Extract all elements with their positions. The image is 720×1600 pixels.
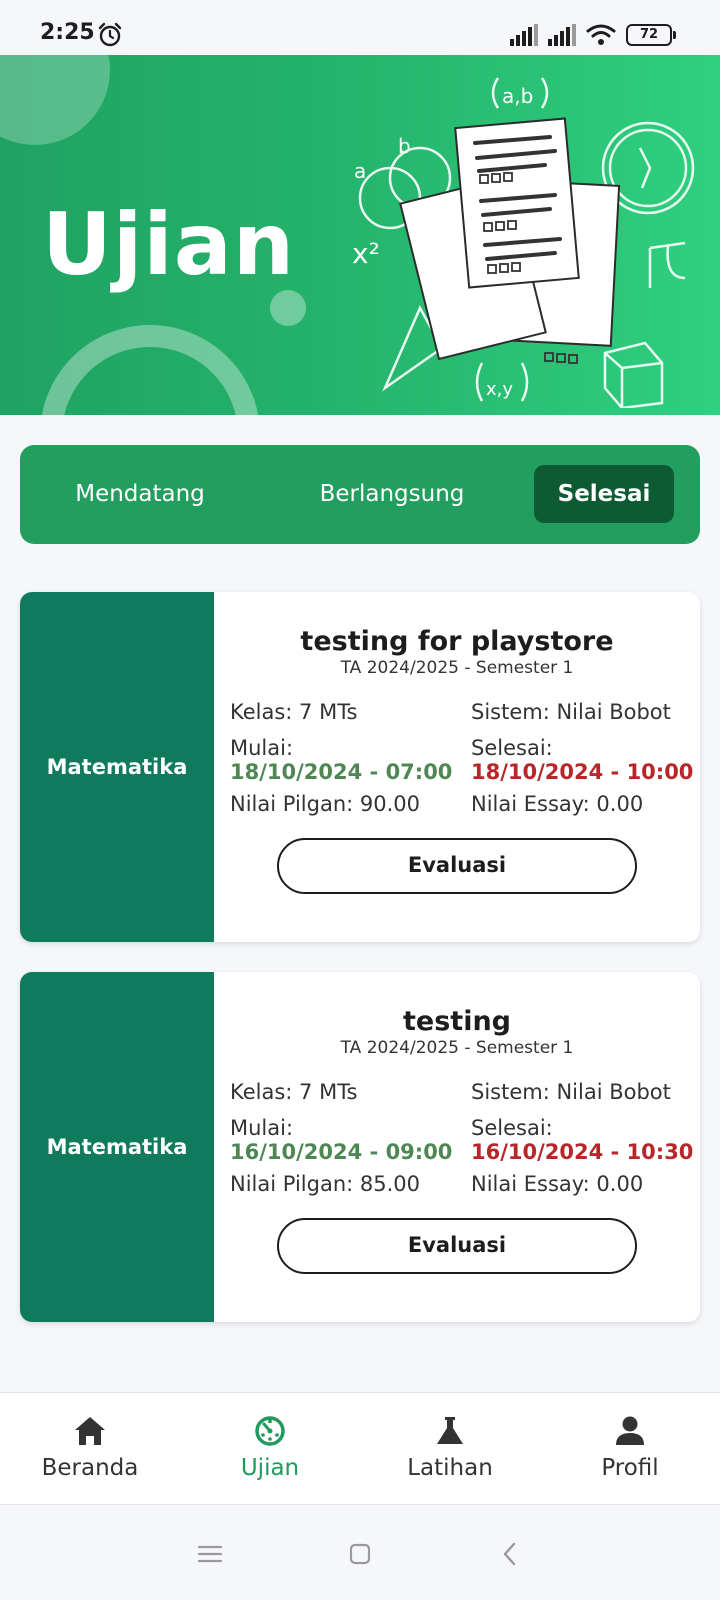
- svg-text:x²: x²: [352, 237, 380, 270]
- end-datetime: 16/10/2024 - 10:30: [471, 1140, 694, 1164]
- essay-score: Nilai Essay: 0.00: [471, 1172, 644, 1196]
- end-label: Selesai:: [471, 736, 553, 760]
- nav-item-beranda[interactable]: Beranda: [0, 1393, 180, 1505]
- nav-label: Profil: [601, 1455, 659, 1481]
- exam-system: Sistem: Nilai Bobot: [471, 700, 671, 724]
- end-label: Selesai:: [471, 1116, 553, 1140]
- exam-card-body: testing for playstore TA 2024/2025 - Sem…: [214, 592, 700, 942]
- signal-icon: [548, 24, 576, 46]
- svg-text:a,b: a,b: [502, 84, 533, 108]
- start-datetime: 16/10/2024 - 09:00: [230, 1140, 453, 1164]
- page-title: Ujian: [42, 195, 296, 295]
- tab-mendatang[interactable]: Mendatang: [50, 465, 230, 523]
- exam-title: testing: [403, 1006, 511, 1037]
- decorative-dot: [270, 290, 306, 326]
- nav-item-ujian[interactable]: Ujian: [180, 1393, 360, 1505]
- alarm-icon: [98, 22, 122, 47]
- nav-item-profil[interactable]: Profil: [540, 1393, 720, 1505]
- exam-period: TA 2024/2025 - Semester 1: [340, 1038, 574, 1058]
- multiple-choice-score: Nilai Pilgan: 85.00: [230, 1172, 421, 1196]
- start-datetime: 18/10/2024 - 07:00: [230, 760, 453, 784]
- exam-card: Matematika testing TA 2024/2025 - Semest…: [20, 972, 700, 1322]
- decorative-ring: [40, 325, 260, 415]
- exam-system: Sistem: Nilai Bobot: [471, 1080, 671, 1104]
- exam-title: testing for playstore: [300, 626, 614, 657]
- exam-class: Kelas: 7 MTs: [230, 1080, 358, 1104]
- start-label: Mulai:: [230, 736, 294, 760]
- exam-period: TA 2024/2025 - Semester 1: [340, 658, 574, 678]
- status-bar: 2:25 72: [0, 0, 720, 55]
- status-indicators: 72: [510, 22, 676, 48]
- decorative-circle: [0, 55, 110, 145]
- nav-label: Beranda: [41, 1455, 139, 1481]
- header-banner: Ujian a,b x² a b x,y: [0, 55, 720, 415]
- evaluation-button[interactable]: Evaluasi: [277, 1218, 637, 1274]
- menu-icon[interactable]: [195, 1539, 225, 1569]
- back-icon[interactable]: [495, 1539, 525, 1569]
- bottom-navigation: Beranda Ujian Latihan Profil: [0, 1392, 720, 1504]
- tab-selesai[interactable]: Selesai: [534, 465, 674, 523]
- nav-label: Ujian: [240, 1455, 300, 1481]
- status-time: 2:25: [40, 20, 95, 45]
- end-datetime: 18/10/2024 - 10:00: [471, 760, 694, 784]
- start-label: Mulai:: [230, 1116, 294, 1140]
- nav-item-latihan[interactable]: Latihan: [360, 1393, 540, 1505]
- svg-text:x,y: x,y: [486, 379, 513, 400]
- nav-label: Latihan: [407, 1455, 493, 1481]
- essay-score: Nilai Essay: 0.00: [471, 792, 644, 816]
- tab-berlangsung[interactable]: Berlangsung: [282, 465, 502, 523]
- exam-status-tabs: Mendatang Berlangsung Selesai: [20, 445, 700, 544]
- exam-card: Matematika testing for playstore TA 2024…: [20, 592, 700, 942]
- exam-timer-icon: [255, 1416, 285, 1446]
- exam-card-body: testing TA 2024/2025 - Semester 1 Kelas:…: [214, 972, 700, 1322]
- subject-label: Matematika: [20, 972, 214, 1322]
- person-icon: [616, 1416, 644, 1445]
- home-icon: [75, 1417, 105, 1445]
- subject-label: Matematika: [20, 592, 214, 942]
- flask-icon: [437, 1417, 463, 1444]
- exam-papers-illustration: a,b x² a b x,y: [352, 77, 695, 408]
- home-square-icon[interactable]: [345, 1539, 375, 1569]
- signal-icon: [510, 24, 538, 46]
- svg-text:b: b: [398, 134, 411, 158]
- svg-text:a: a: [354, 159, 366, 183]
- evaluation-button[interactable]: Evaluasi: [277, 838, 637, 894]
- multiple-choice-score: Nilai Pilgan: 90.00: [230, 792, 421, 816]
- system-navigation-bar: [0, 1504, 720, 1600]
- exam-class: Kelas: 7 MTs: [230, 700, 358, 724]
- battery-icon: 72: [626, 24, 676, 46]
- wifi-icon: [586, 24, 616, 45]
